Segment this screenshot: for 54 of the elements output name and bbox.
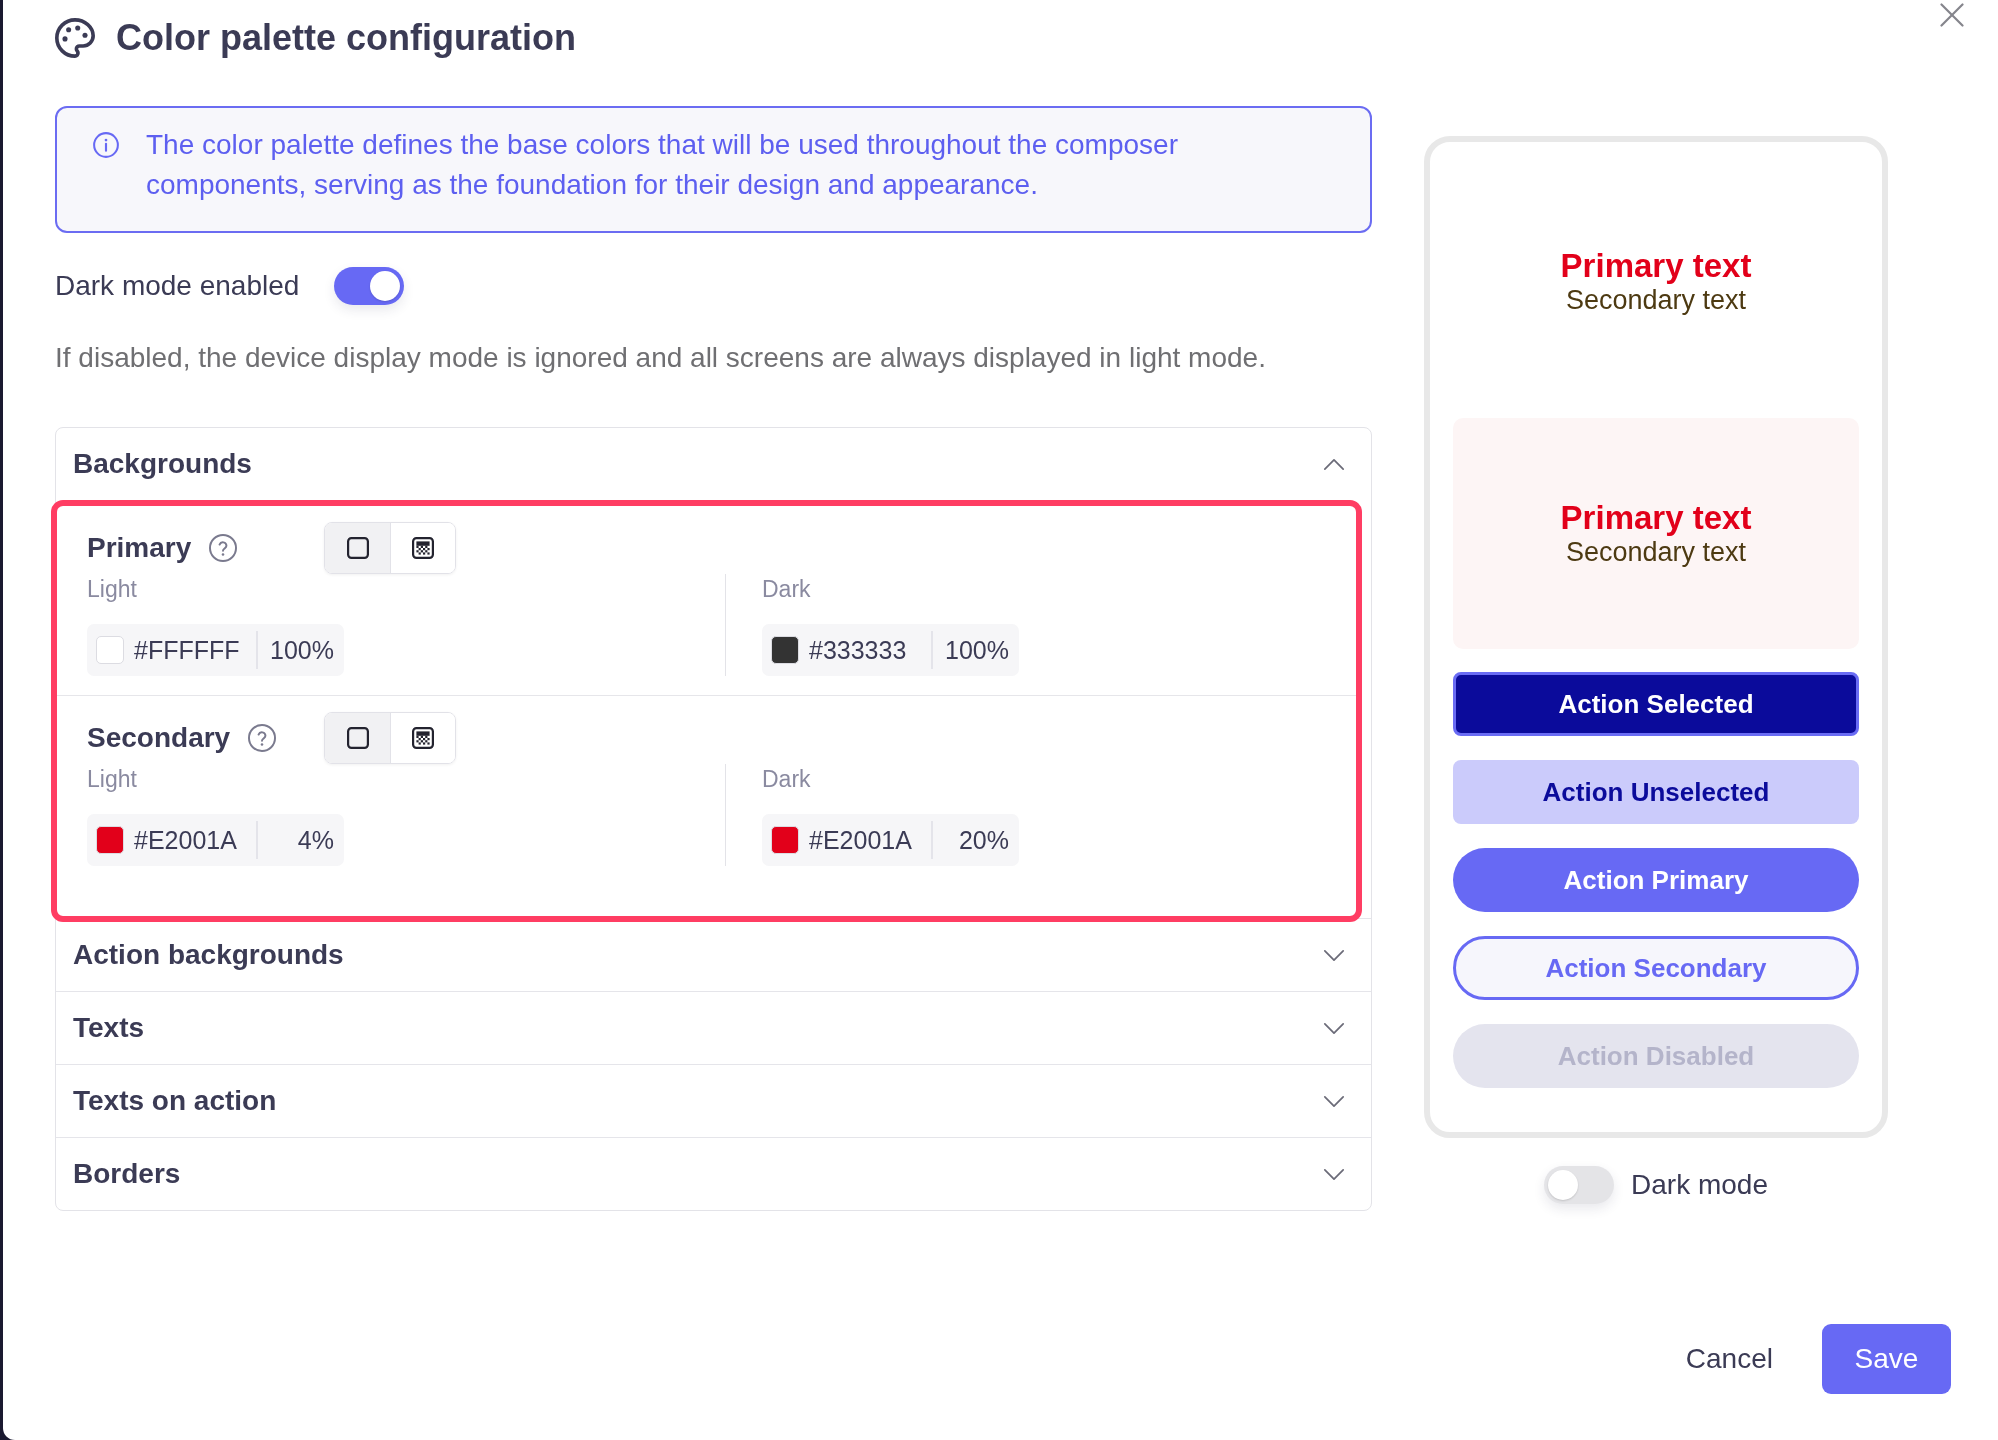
toggle-switch[interactable] [1544,1166,1615,1204]
setting-label: Dark mode enabled [55,270,300,302]
secondary-text-sample: Secondary text [1565,284,1747,316]
help-icon [209,533,238,562]
secondary-text-sample: Secondary text [1565,536,1747,568]
fill-type-option[interactable] [325,712,390,763]
info-text: The color palette defines the base colors that will be used throughout the composer components, serving as the foundation for their design and appearance. [146,128,1179,202]
save-button[interactable]: Save [1822,1324,1951,1394]
checkered-square-icon [412,536,434,559]
accordion-header[interactable]: Texts on action [56,1065,1371,1137]
variant-label: Dark [762,575,812,604]
toggle-label: Dark mode [1631,1169,1768,1201]
checkered-square-icon [412,726,434,749]
action-button[interactable]: Action Secondary [1453,936,1859,1000]
dialog-title: Color palette configuration [116,18,576,58]
color-swatch[interactable] [771,636,799,664]
hex-input[interactable]: #333333 [809,635,931,665]
hex-input[interactable]: #E2001A [809,825,931,855]
fill-type-option[interactable] [325,522,390,573]
variant-label: Light [87,575,138,604]
square-icon [346,726,369,749]
color-name: Primary [87,531,192,564]
color-swatch[interactable] [96,636,124,664]
square-icon [346,536,369,559]
opacity-input[interactable]: 20% [932,825,1009,855]
variant-label: Dark [762,765,812,794]
accordion-header[interactable]: Texts [56,992,1371,1064]
hex-input[interactable]: #E2001A [134,825,256,855]
opacity-input[interactable]: 100% [932,635,1009,665]
setting-description: If disabled, the device display mode is ignored and all screens are always displayed in light mode. [55,341,1267,375]
color-name: Secondary [87,721,231,754]
opacity-input[interactable]: 100% [257,635,334,665]
accordion-header[interactable]: Action backgrounds [56,919,1371,991]
variant-label: Light [87,765,138,794]
action-button[interactable]: Action Selected [1453,672,1859,736]
action-button[interactable]: Action Primary [1453,848,1859,912]
opacity-input[interactable]: 4% [257,825,334,855]
primary-text-sample: Primary text [1560,247,1752,284]
hex-input[interactable]: #FFFFFF [134,635,256,665]
cancel-button[interactable]: Cancel [1685,1343,1773,1375]
action-button[interactable]: Action Unselected [1453,760,1859,824]
primary-text-sample: Primary text [1560,499,1752,536]
close-button[interactable] [1940,3,1964,27]
fill-type-option[interactable] [390,522,455,573]
toggle-switch[interactable] [334,267,405,305]
color-swatch[interactable] [96,826,124,854]
help-icon [248,723,277,752]
accordion-header[interactable]: Borders [56,1138,1371,1210]
accordion-header[interactable]: Backgrounds [56,428,1371,500]
color-swatch[interactable] [771,826,799,854]
close-icon [1940,3,1964,27]
info-icon [93,132,119,158]
fill-type-option[interactable] [390,712,455,763]
palette-icon [55,18,95,58]
